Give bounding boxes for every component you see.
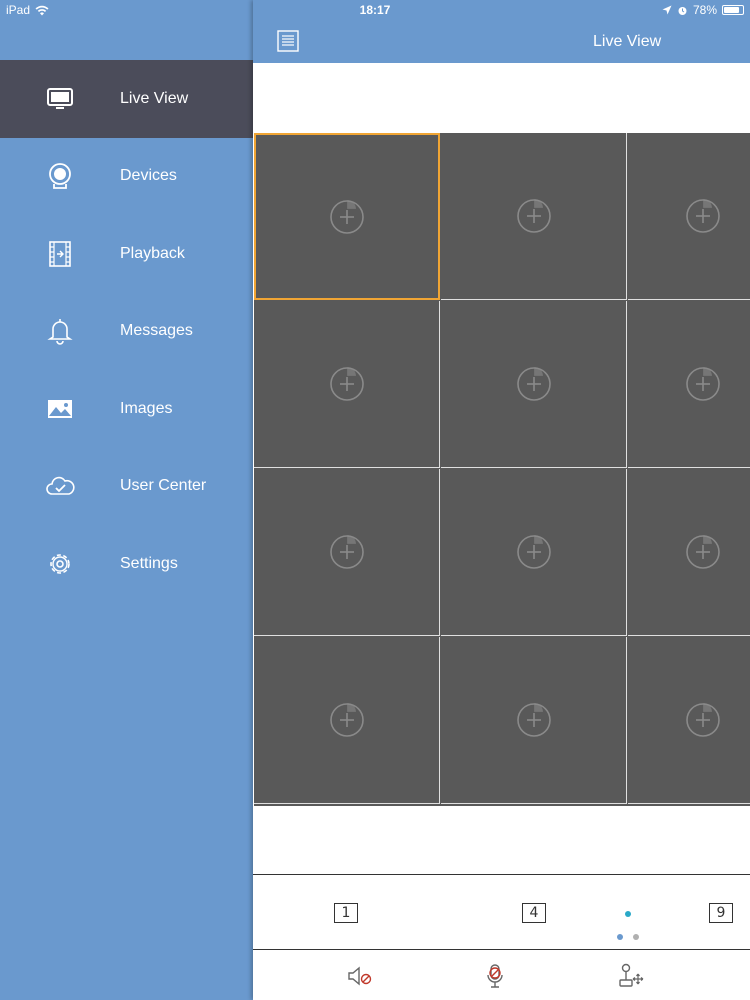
sidebar-item-playback[interactable]: Playback (0, 215, 253, 293)
camera-cell[interactable] (254, 301, 440, 468)
sidebar-item-label: User Center (120, 477, 207, 495)
sidebar-item-user-center[interactable]: User Center (0, 448, 253, 526)
sidebar-item-label: Images (120, 399, 173, 417)
add-camera-icon (516, 199, 551, 233)
sidebar-item-messages[interactable]: Messages (0, 293, 253, 371)
sidebar-menu: Live View Devices Playback Messages Imag… (0, 60, 253, 603)
selection-dot (625, 911, 631, 917)
add-camera-icon (329, 367, 364, 401)
camera-cell[interactable] (254, 133, 440, 300)
add-camera-icon (685, 535, 720, 569)
film-icon (0, 239, 120, 269)
sidebar-item-label: Settings (120, 554, 178, 572)
camera-cell[interactable] (441, 133, 627, 300)
image-icon (0, 394, 120, 424)
page-dot-active[interactable] (617, 934, 623, 940)
ptz-joystick-icon[interactable] (617, 962, 645, 990)
mute-audio-icon[interactable] (346, 962, 374, 990)
battery-icon (722, 5, 744, 15)
sidebar-item-label: Playback (120, 244, 185, 262)
camera-cell[interactable] (441, 637, 627, 804)
camera-cell[interactable] (628, 133, 750, 300)
sidebar-item-label: Live View (120, 89, 189, 107)
bell-icon (0, 316, 120, 346)
add-camera-icon (685, 703, 720, 737)
add-camera-icon (329, 703, 364, 737)
add-camera-icon (685, 199, 720, 233)
page-title: Live View (593, 33, 662, 50)
location-arrow-icon (662, 5, 672, 15)
mute-mic-icon[interactable] (481, 962, 509, 990)
camera-cell[interactable] (628, 637, 750, 804)
list-icon[interactable] (277, 30, 299, 52)
camera-cell[interactable] (628, 469, 750, 636)
status-bar: iPad 18:17 78% (0, 0, 750, 20)
main-panel: Live View 1 4 9 (253, 0, 750, 1000)
layout-1-button[interactable]: 1 (334, 903, 358, 923)
sidebar: Live View Devices Playback Messages Imag… (0, 0, 253, 1000)
camera-icon (0, 161, 120, 191)
sidebar-item-label: Messages (120, 322, 193, 340)
add-camera-icon (685, 367, 720, 401)
cloud-check-icon (0, 471, 120, 501)
layout-9-button[interactable]: 9 (709, 903, 733, 923)
camera-cell[interactable] (441, 469, 627, 636)
page-dot[interactable] (633, 934, 639, 940)
add-camera-icon (330, 199, 364, 234)
camera-cell[interactable] (628, 301, 750, 468)
status-time: 18:17 (359, 3, 391, 17)
add-camera-icon (516, 367, 551, 401)
monitor-icon (0, 84, 120, 114)
layout-4-button[interactable]: 4 (522, 903, 546, 923)
add-camera-icon (329, 535, 364, 569)
camera-cell[interactable] (254, 637, 440, 804)
camera-grid (254, 133, 750, 806)
sidebar-item-images[interactable]: Images (0, 370, 253, 448)
camera-cell[interactable] (254, 469, 440, 636)
layout-bar: 1 4 9 (253, 874, 750, 950)
add-camera-icon (516, 535, 551, 569)
bottom-toolbar (253, 950, 750, 1000)
sidebar-item-devices[interactable]: Devices (0, 138, 253, 216)
sidebar-item-label: Devices (120, 167, 177, 185)
sidebar-item-settings[interactable]: Settings (0, 525, 253, 603)
alarm-icon (678, 6, 687, 15)
add-camera-icon (516, 703, 551, 737)
battery-percent: 78% (692, 3, 717, 17)
sidebar-item-live-view[interactable]: Live View (0, 60, 253, 138)
camera-cell[interactable] (441, 301, 627, 468)
gear-icon (0, 549, 120, 579)
